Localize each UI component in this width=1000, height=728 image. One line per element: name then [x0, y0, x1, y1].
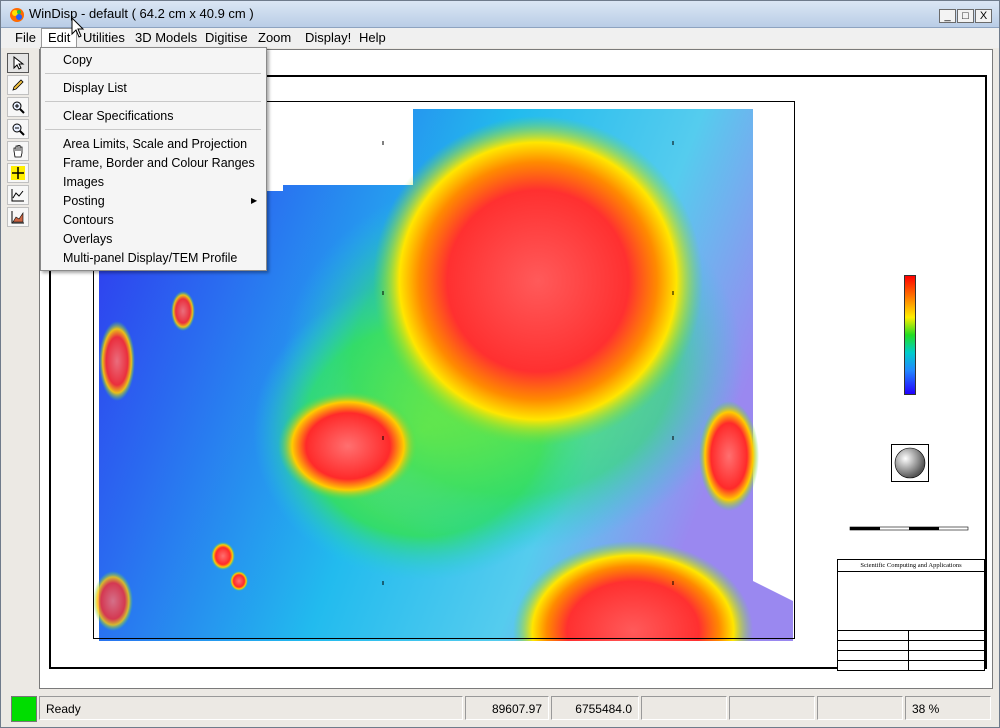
menu-separator [45, 129, 261, 130]
section-tool[interactable] [7, 207, 29, 227]
menu-copy[interactable]: Copy [63, 51, 92, 69]
menu-overlays[interactable]: Overlays [63, 230, 112, 248]
crosshair-tool[interactable] [7, 163, 29, 183]
menu-file[interactable]: File [9, 29, 42, 47]
menu-images[interactable]: Images [63, 173, 104, 191]
profile-line-icon [11, 189, 24, 202]
menu-bar: File Edit Utilities 3D Models Digitise Z… [1, 28, 999, 48]
pan-hand-icon [13, 145, 23, 158]
menu-separator [45, 101, 261, 102]
close-button[interactable]: X [975, 9, 992, 23]
menu-help[interactable]: Help [353, 29, 392, 47]
status-message: Ready [39, 696, 463, 720]
menu-area-limits[interactable]: Area Limits, Scale and Projection [63, 135, 247, 153]
menu-zoom[interactable]: Zoom [252, 29, 297, 47]
windisp-app-icon [10, 8, 24, 22]
menu-utilities[interactable]: Utilities [77, 29, 131, 47]
menu-3d-models[interactable]: 3D Models [129, 29, 203, 47]
window-title: WinDisp - default ( 64.2 cm x 40.9 cm ) [29, 6, 254, 21]
zoom-in-icon [12, 101, 25, 114]
edit-menu-dropdown: Copy Display List Clear Specifications A… [40, 47, 267, 271]
menu-posting[interactable]: Posting [63, 192, 105, 210]
crosshair-icon [11, 166, 25, 180]
status-cell-empty-3 [817, 696, 903, 720]
sun-sphere-icon [894, 447, 926, 479]
zoom-in-tool[interactable] [7, 97, 29, 117]
menu-digitise[interactable]: Digitise [199, 29, 254, 47]
mouse-cursor-icon [71, 17, 85, 38]
left-toolbar [7, 53, 33, 229]
colour-legend-bar [904, 275, 916, 395]
zoom-out-icon [12, 123, 25, 136]
status-y-coordinate: 6755484.0 [551, 696, 639, 720]
map-title-block: Scientific Computing and Applications [837, 559, 985, 671]
menu-display[interactable]: Display! [299, 29, 357, 47]
pan-tool[interactable] [7, 141, 29, 161]
pointer-tool[interactable] [7, 53, 29, 73]
status-indicator-light [11, 696, 37, 722]
maximize-button[interactable]: □ [957, 9, 974, 23]
status-x-coordinate: 89607.97 [465, 696, 549, 720]
scale-bar [849, 526, 969, 531]
app-window: WinDisp - default ( 64.2 cm x 40.9 cm ) … [0, 0, 1000, 728]
status-bar: Ready 89607.97 6755484.0 38 % [1, 694, 999, 727]
pencil-icon [12, 79, 24, 91]
status-cell-empty-2 [729, 696, 815, 720]
illumination-indicator [891, 444, 929, 482]
menu-contours[interactable]: Contours [63, 211, 114, 229]
status-cell-empty-1 [641, 696, 727, 720]
title-bar[interactable]: WinDisp - default ( 64.2 cm x 40.9 cm ) … [1, 1, 999, 28]
menu-clear-specifications[interactable]: Clear Specifications [63, 107, 173, 125]
menu-separator [45, 73, 261, 74]
pointer-icon [13, 56, 25, 70]
menu-multi-panel[interactable]: Multi-panel Display/TEM Profile [63, 249, 237, 267]
profile-tool[interactable] [7, 185, 29, 205]
submenu-arrow-icon: ▶ [251, 196, 258, 205]
minimize-button[interactable]: _ [939, 9, 956, 23]
pencil-tool[interactable] [7, 75, 29, 95]
menu-frame-border[interactable]: Frame, Border and Colour Ranges [63, 154, 255, 172]
section-icon [11, 211, 24, 224]
zoom-out-tool[interactable] [7, 119, 29, 139]
company-name: Scientific Computing and Applications [838, 560, 984, 572]
menu-display-list[interactable]: Display List [63, 79, 127, 97]
status-zoom: 38 % [905, 696, 991, 720]
